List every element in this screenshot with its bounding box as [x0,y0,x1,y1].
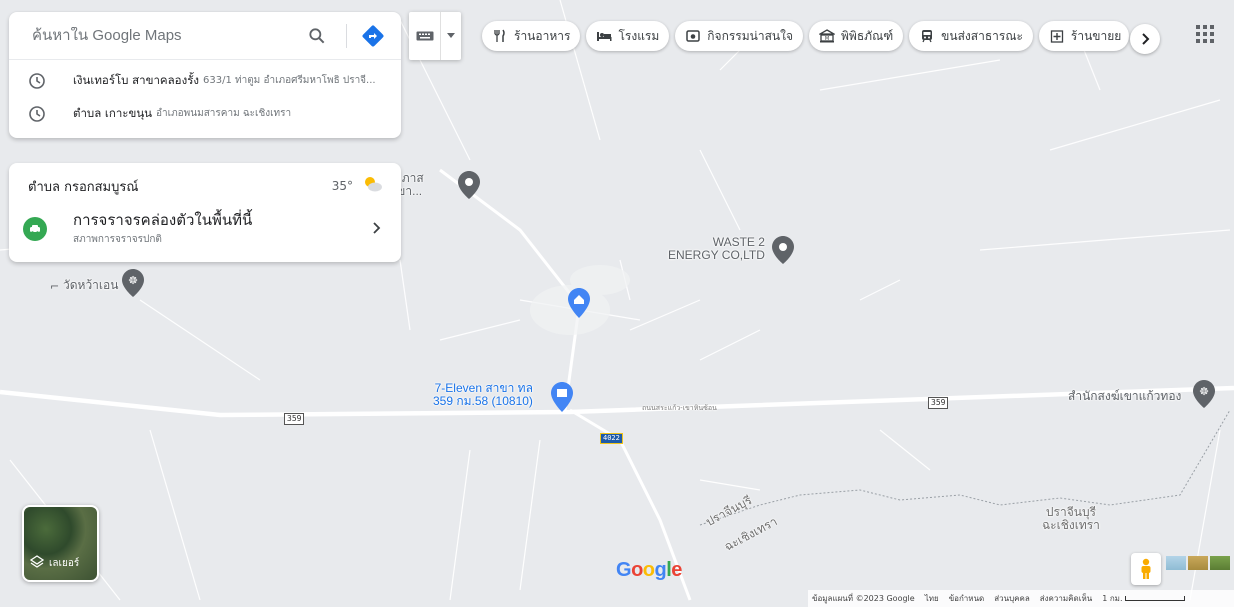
chip-museums[interactable]: M พิพิธภัณฑ์ [809,21,904,51]
chevron-right-icon [369,220,383,239]
search-input[interactable] [32,27,302,44]
imagery-thumbnails [1166,556,1230,570]
terms-link[interactable]: ข้อกำหนด [949,592,985,605]
temple-icon[interactable]: ⌐ [50,280,59,293]
google-apps-icon[interactable] [1193,22,1217,46]
street-view-pegman-icon[interactable] [1131,553,1161,585]
layers-label: เลเยอร์ [49,558,80,569]
chip-label: ขนส่งสาธารณะ [941,28,1023,43]
svg-text:☸: ☸ [1199,385,1209,398]
google-logo: Google [616,559,682,581]
caret-down-icon[interactable] [441,33,461,39]
history-clock-icon [28,72,46,90]
chip-transit[interactable]: ขนส่งสาธารณะ [909,21,1033,51]
route-shield-359: 359 [928,397,949,409]
scale-bar[interactable]: 1 กม. [1102,592,1186,605]
route-shield-4022: 4022 [600,433,623,444]
poi-label-temple-right[interactable]: สำนักสงฆ์เขาแก้วทอง [1068,390,1181,403]
chip-attractions[interactable]: กิจกรรมน่าสนใจ [675,21,804,51]
scale-line [1125,596,1186,601]
chips-scroll-right-button[interactable] [1130,24,1160,54]
directions-icon[interactable] [360,23,386,49]
poi-label-temple-left[interactable]: วัดหว้าเอน [63,279,118,292]
chip-label: กิจกรรมน่าสนใจ [707,28,794,43]
weather-row[interactable]: ตำบล กรอกสมบูรณ์ 35° [28,175,383,197]
feedback-link[interactable]: ส่งความคิดเห็น [1040,592,1092,605]
history-item[interactable]: ตำบล เกาะขนุน อำเภอพนมสารคาม ฉะเชิงเทรา [9,97,401,130]
search-icon[interactable] [305,24,329,48]
hotel-icon [596,28,612,44]
pharmacy-icon [1049,28,1065,44]
input-tools-button[interactable] [409,12,461,60]
location-name: ตำบล กรอกสมบูรณ์ [28,179,139,195]
temperature: 35° [331,179,353,193]
terrain-thumbnail[interactable] [1188,556,1208,570]
chip-label: ร้านขายย [1070,28,1122,43]
history-clock-icon [28,105,46,123]
history-sub-text: อำเภอพนมสารคาม ฉะเชิงเทรา [156,108,292,119]
privacy-link[interactable]: ส่วนบุคคล [994,592,1030,605]
search-divider [346,24,347,48]
map-footer: ข้อมูลแผนที่ ©2023 Google ไทย ข้อกำหนด ส… [808,590,1234,607]
temple-pin-icon[interactable]: ☸ [122,269,144,301]
route-shield-359: 359 [284,413,305,425]
map-type-thumbnail[interactable] [1166,556,1186,570]
traffic-title: การจราจรคล่องตัวในพื้นที่นี้ [73,211,253,229]
partly-sunny-icon [361,175,383,197]
chip-restaurants[interactable]: ร้านอาหาร [482,21,581,51]
poi-pin-gray-icon[interactable] [772,236,794,268]
poi-label-waste-energy[interactable]: WASTE 2 ENERGY CO,LTD [668,236,765,262]
search-bar [9,12,401,60]
chip-label: พิพิธภัณฑ์ [841,28,894,43]
poi-pin-gray-icon[interactable] [458,171,480,203]
search-panel: เงินเทอร์โบ สาขาคลองรั้ง 633/1 ท่าตูม อำ… [9,12,401,138]
layers-icon [29,555,45,572]
traffic-row[interactable]: การจราจรคล่องตัวในพื้นที่นี้ สภาพการจราจ… [23,209,383,249]
category-chips: ร้านอาหาร โรงแรม กิจกรรมน่าสนใจ M พิพิธภ… [482,21,1129,51]
road-name-label: ถนนสระแก้ว-เขาหินซ้อน [642,405,717,412]
history-item[interactable]: เงินเทอร์โบ สาขาคลองรั้ง 633/1 ท่าตูม อำ… [9,64,401,97]
transit-icon [919,28,935,44]
province-label-border: ปราจีนบุรี ฉะเชิงเทรา [1042,505,1100,532]
history-main-text: ตำบล เกาะขนุน [73,105,153,120]
chip-label: ร้านอาหาร [514,28,571,43]
poi-label-seven-eleven[interactable]: 7-Eleven สาขา ทล 359 กม.58 (10810) [433,382,533,408]
keyboard-icon[interactable] [409,12,441,60]
camera-icon [685,28,701,44]
chip-label: โรงแรม [618,28,660,43]
search-history: เงินเทอร์โบ สาขาคลองรั้ง 633/1 ท่าตูม อำ… [9,60,401,138]
svg-text:☸: ☸ [128,274,138,287]
car-icon [23,217,47,241]
store-pin-icon[interactable] [551,382,573,416]
temple-pin-icon[interactable]: ☸ [1193,380,1215,412]
area-info-card: ตำบล กรอกสมบูรณ์ 35° การจราจรคล่องตัวในพ… [9,163,401,262]
map-data-copyright: ข้อมูลแผนที่ ©2023 Google [812,594,915,603]
chevron-right-icon [1140,30,1150,49]
scale-label: 1 กม. [1102,594,1123,603]
satellite-thumbnail[interactable] [1210,556,1230,570]
museum-icon: M [819,28,836,44]
traffic-subtitle: สภาพการจราจรปกติ [73,234,162,245]
layers-button[interactable]: เลเยอร์ [22,505,99,582]
history-sub-text: 633/1 ท่าตูม อำเภอศรีมหาโพธิ ปราจี... [202,75,376,86]
chip-hotels[interactable]: โรงแรม [586,21,670,51]
home-pin-icon[interactable] [568,288,590,322]
chip-pharmacies[interactable]: ร้านขายย [1038,21,1129,51]
language-link[interactable]: ไทย [925,592,939,605]
restaurant-icon [492,28,508,44]
history-main-text: เงินเทอร์โบ สาขาคลองรั้ง [73,72,199,87]
